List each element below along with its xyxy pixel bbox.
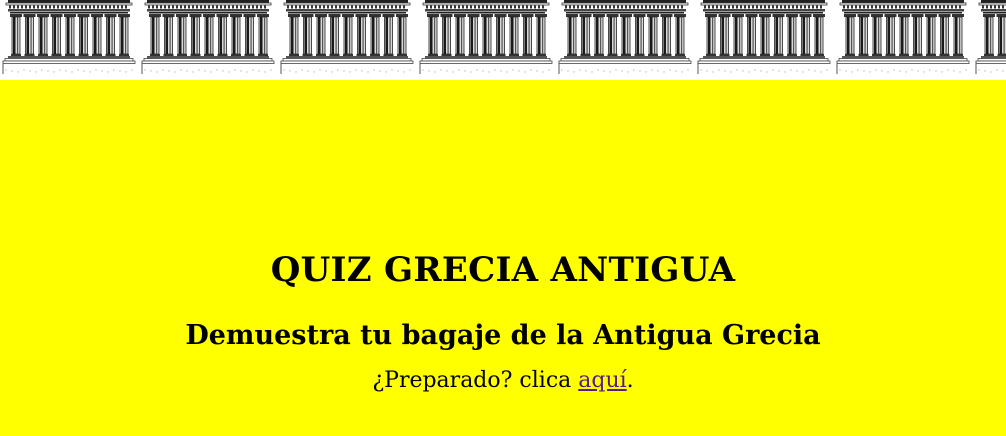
parthenon-icon bbox=[141, 0, 275, 74]
page-subtitle: Demuestra tu bagaje de la Antigua Grecia bbox=[185, 320, 821, 351]
parthenon-icon bbox=[558, 0, 692, 74]
start-quiz-link[interactable]: aquí bbox=[578, 368, 626, 393]
parthenon-icon bbox=[280, 0, 414, 74]
parthenon-icon bbox=[836, 0, 970, 74]
start-prompt-period: . bbox=[626, 368, 634, 393]
start-prompt: ¿Preparado? clica aquí. bbox=[0, 366, 1006, 396]
page-title: QUIZ GRECIA ANTIGUA bbox=[270, 250, 736, 290]
start-prompt-text: ¿Preparado? clica bbox=[372, 368, 579, 393]
parthenon-icon bbox=[975, 0, 1006, 74]
parthenon-icon bbox=[419, 0, 553, 74]
parthenon-icon bbox=[2, 0, 136, 74]
parthenon-icon bbox=[697, 0, 831, 74]
temple-banner bbox=[0, 0, 1006, 80]
main-content: QUIZ GRECIA ANTIGUA Demuestra tu bagaje … bbox=[0, 80, 1006, 436]
